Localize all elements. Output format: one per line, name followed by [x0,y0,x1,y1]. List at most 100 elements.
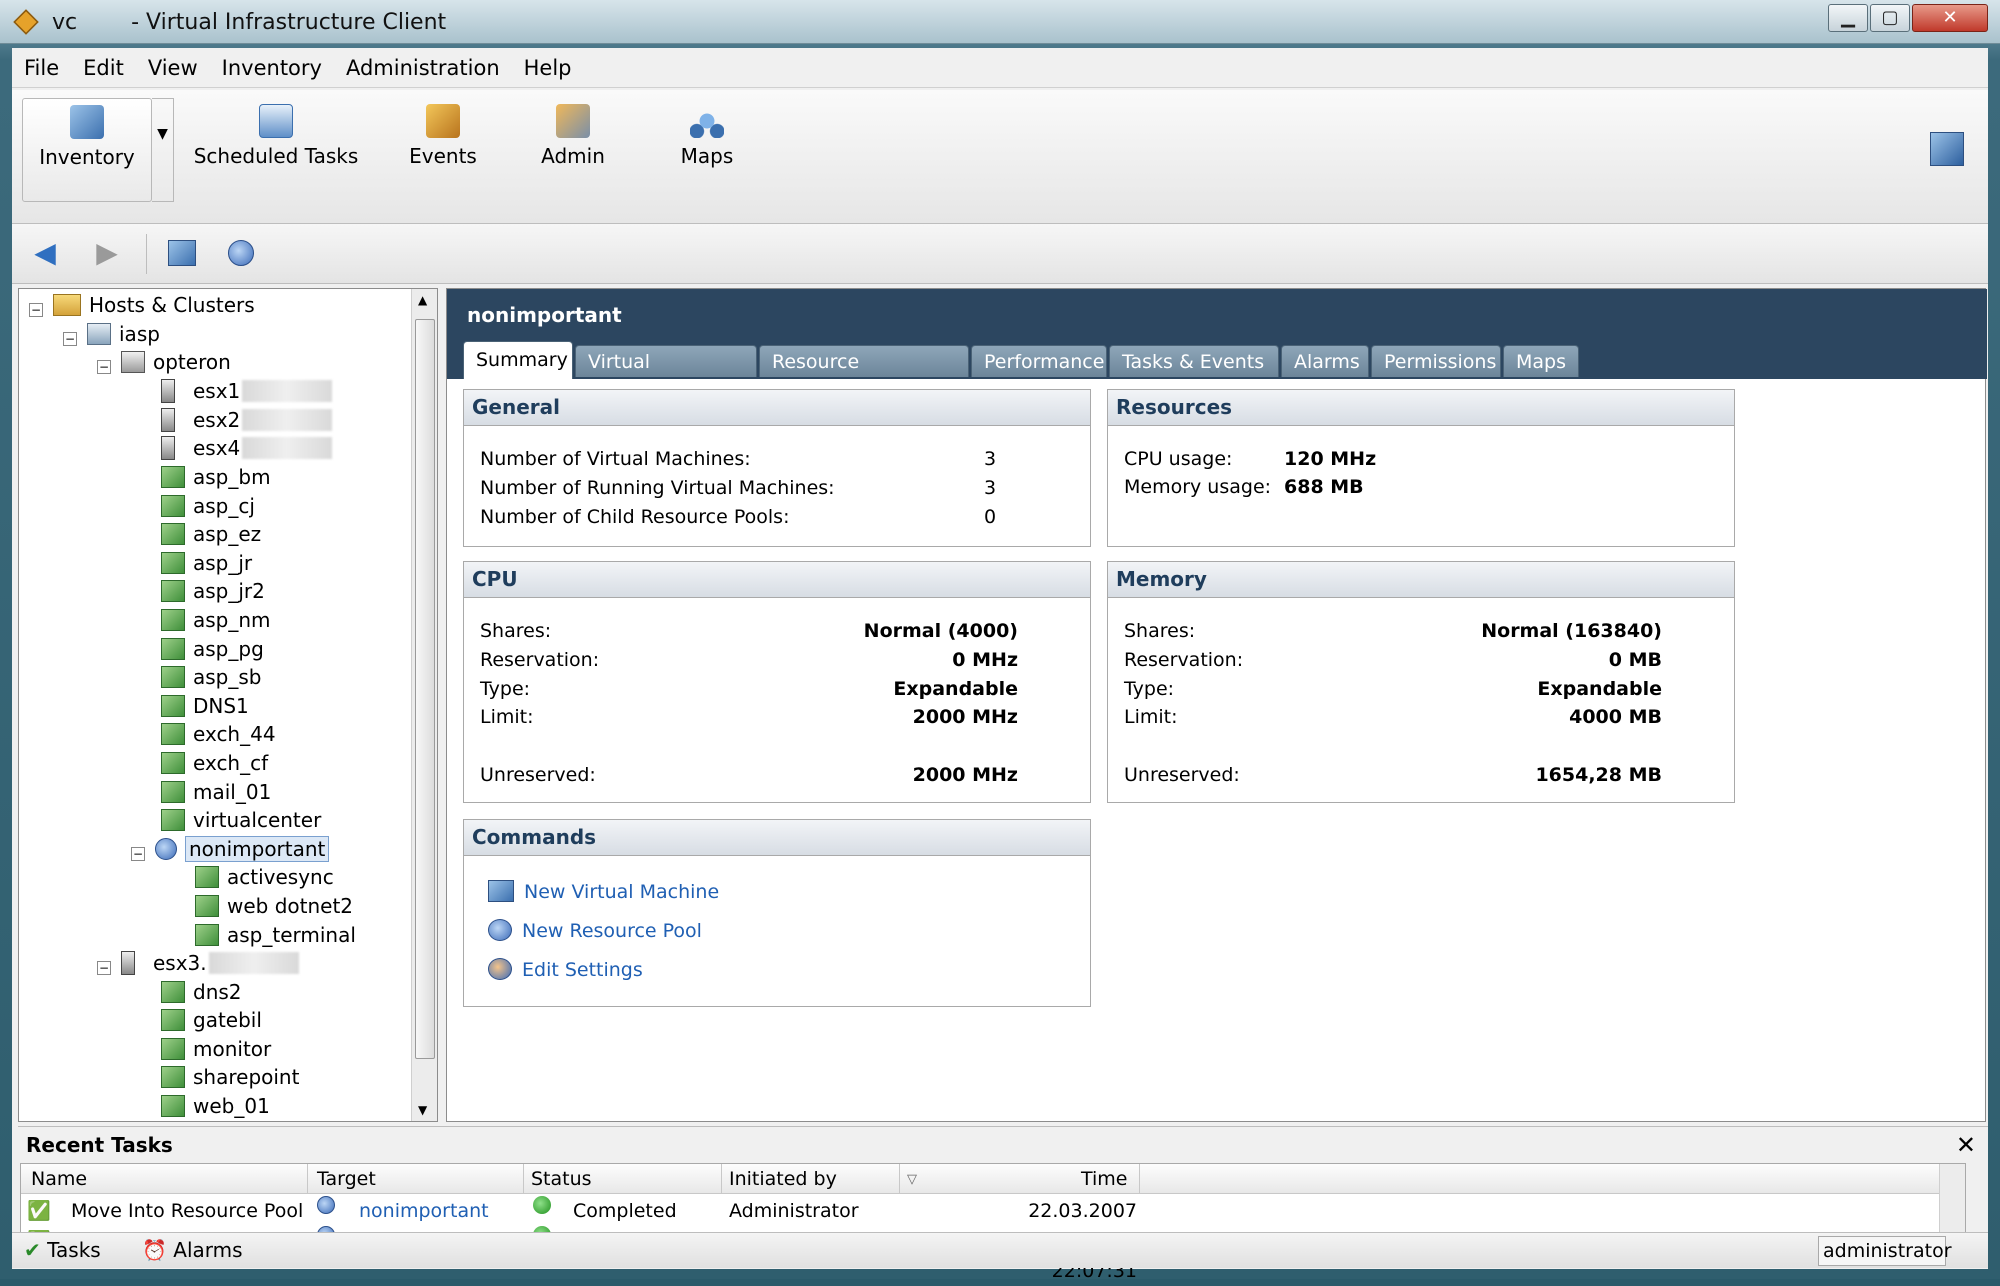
back-arrow-icon[interactable]: ◀ [28,238,62,268]
details-header: nonimportant Summary Virtual Machines Re… [447,289,1987,405]
table-row[interactable]: ✅ Move Into Resource Pool nonimportant C… [21,1196,1965,1252]
task-target-link[interactable]: nonimportant [359,1196,489,1226]
tree-datacenter[interactable]: − iasp [63,320,160,348]
tab-virtual-machines[interactable]: Virtual Machines [575,345,757,405]
close-icon[interactable]: ✕ [1956,1131,1976,1159]
task-icon: ✅ [27,1200,51,1222]
memory-usage-value: 688 MB [1284,476,1364,498]
column-divider[interactable] [1139,1164,1140,1194]
tree-vm[interactable]: DNS1 [161,692,249,720]
column-divider[interactable] [307,1164,308,1194]
tree-resource-pool-selected[interactable]: − nonimportant [131,835,330,863]
collapse-icon[interactable]: − [97,961,111,975]
tree-cluster[interactable]: − opteron [97,348,231,376]
column-time[interactable]: Time [1081,1168,1128,1190]
menu-help[interactable]: Help [512,48,584,88]
column-divider[interactable] [523,1164,524,1194]
menu-administration[interactable]: Administration [334,48,512,88]
scrollbar-thumb[interactable] [415,319,435,1059]
tree-vm[interactable]: asp_pg [161,635,264,663]
host-icon [161,408,175,432]
admin-keys-icon [556,104,590,138]
scroll-up-icon[interactable]: ▲ [418,293,427,307]
tree-vm[interactable]: gatebil [161,1006,262,1034]
tree-vm[interactable]: monitor [161,1035,271,1063]
collapse-icon[interactable]: − [131,847,145,861]
new-resource-pool-link[interactable]: New Resource Pool [488,919,702,942]
inventory-tree: − Hosts & Clusters − iasp − opteron esx1 es… [18,288,438,1122]
collapse-icon[interactable]: − [29,303,43,317]
tree-vm[interactable]: sharepoint [161,1063,299,1091]
recent-tasks-title: Recent Tasks [26,1133,173,1157]
tree-vm[interactable]: asp_ez [161,520,261,548]
tree-vm[interactable]: exch_cf [161,749,268,777]
tab-maps[interactable]: Maps [1503,345,1579,377]
menu-inventory[interactable]: Inventory [210,48,334,88]
tree-scrollbar[interactable]: ▲ ▼ [411,289,437,1121]
tree-vm[interactable]: asp_nm [161,606,271,634]
column-target[interactable]: Target [317,1168,376,1190]
tab-resource-allocation[interactable]: Resource Allocation [759,345,969,405]
tree-vm[interactable]: web dotnet2 [195,892,353,920]
scroll-down-icon[interactable]: ▼ [418,1103,427,1117]
vm-label: gatebil [193,1008,262,1032]
alarms-tab[interactable]: ⏰ Alarms [142,1235,243,1265]
menu-file[interactable]: File [12,48,71,88]
vm-icon [195,924,219,946]
maximize-button[interactable]: ▢ [1870,4,1910,32]
new-virtual-machine-link[interactable]: New Virtual Machine [488,880,719,903]
inventory-button[interactable]: Inventory [22,98,152,202]
tab-summary[interactable]: Summary [463,341,573,379]
tab-alarms[interactable]: Alarms [1281,345,1369,377]
menu-edit[interactable]: Edit [71,48,136,88]
close-button[interactable]: ✕ [1912,4,1988,32]
tree-host[interactable]: esx1 [161,377,333,405]
tree-vm[interactable]: web_01 [161,1092,270,1120]
scheduled-tasks-button[interactable]: Scheduled Tasks [186,98,366,168]
tree-vm[interactable]: asp_terminal [195,921,356,949]
maps-button[interactable]: Maps [652,98,762,168]
host-label: esx3. [153,951,207,975]
memory-unreserved-label: Unreserved: [1124,764,1240,786]
tab-tasks-events[interactable]: Tasks & Events [1109,345,1279,377]
collapse-icon[interactable]: − [63,332,77,346]
tree-vm[interactable]: asp_bm [161,463,271,491]
tree-vm[interactable]: activesync [195,863,334,891]
column-status[interactable]: Status [531,1168,592,1190]
column-name[interactable]: Name [31,1168,87,1190]
tree-vm[interactable]: asp_sb [161,663,262,691]
forward-arrow-icon[interactable]: ▶ [90,238,124,268]
vm-label: asp_jr2 [193,579,265,603]
inventory-dropdown-button[interactable]: ▼ [152,98,174,202]
vm-label: mail_01 [193,780,272,804]
tree-vm[interactable]: asp_cj [161,492,255,520]
tree-host[interactable]: esx2 [161,406,333,434]
vm-icon [161,809,185,831]
vm-icon [161,981,185,1003]
new-resource-pool-icon[interactable] [228,240,254,266]
tree-root[interactable]: − Hosts & Clusters [29,291,255,319]
tree-vm[interactable]: exch_44 [161,720,276,748]
menu-view[interactable]: View [136,48,210,88]
column-divider[interactable] [899,1164,900,1194]
minimize-button[interactable]: ▁ [1828,4,1868,32]
tree-host[interactable]: esx4 [161,434,333,462]
tab-performance[interactable]: Performance [971,345,1107,377]
tree-vm[interactable]: asp_jr2 [161,577,265,605]
tree-vm[interactable]: asp_jr [161,549,252,577]
tree-host[interactable]: − esx3. [97,949,299,977]
column-divider[interactable] [721,1164,722,1194]
inventory-icon [70,105,104,139]
tree-vm[interactable]: virtualcenter [161,806,321,834]
tasks-tab[interactable]: ✔ Tasks [24,1235,101,1265]
cpu-shares-label: Shares: [480,620,552,642]
edit-settings-link[interactable]: Edit Settings [488,958,643,981]
collapse-icon[interactable]: − [97,360,111,374]
events-button[interactable]: Events [388,98,498,168]
column-initiated-by[interactable]: Initiated by [729,1168,837,1190]
tab-permissions[interactable]: Permissions [1371,345,1501,377]
tree-vm[interactable]: dns2 [161,978,242,1006]
admin-button[interactable]: Admin [518,98,628,168]
new-vm-icon[interactable] [168,240,196,266]
tree-vm[interactable]: mail_01 [161,778,271,806]
